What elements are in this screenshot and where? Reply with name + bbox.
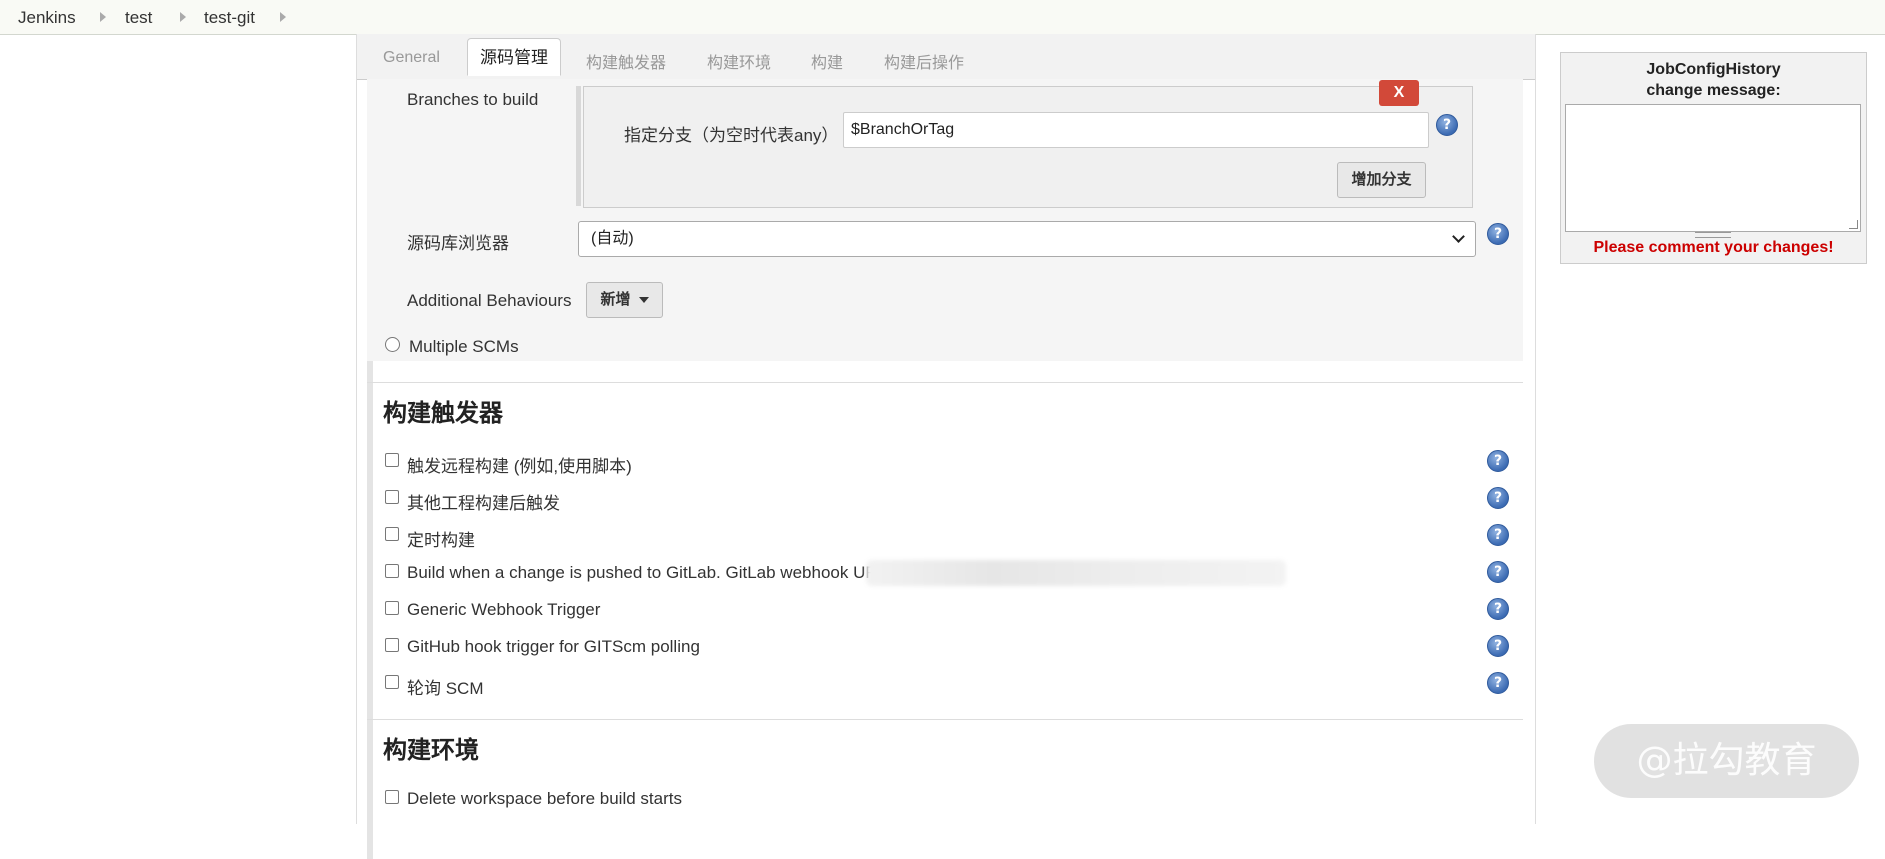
breadcrumb-test[interactable]: test <box>125 8 152 28</box>
build-environment-title: 构建环境 <box>383 737 479 764</box>
trigger-github-hook-label: GitHub hook trigger for GITScm polling <box>407 637 700 656</box>
job-config-history-panel: JobConfigHistory change message: Please … <box>1560 52 1867 264</box>
delete-branch-button[interactable]: X <box>1379 80 1419 106</box>
trigger-remote-label: 触发远程构建 (例如,使用脚本) <box>407 457 632 476</box>
repo-browser-value: (自动) <box>591 230 634 247</box>
help-icon[interactable]: ? <box>1436 114 1458 136</box>
help-icon[interactable]: ? <box>1487 450 1509 472</box>
trigger-poll-scm-label: 轮询 SCM <box>407 679 484 698</box>
breadcrumb-test-git[interactable]: test-git <box>204 8 255 28</box>
add-behaviour-button[interactable]: 新增 <box>586 282 663 318</box>
multiple-scms-radio[interactable] <box>385 337 400 352</box>
trigger-poll-scm-checkbox[interactable] <box>385 675 399 689</box>
breadcrumb-separator-icon <box>100 12 106 22</box>
caret-down-icon <box>638 297 649 304</box>
history-warning: Please comment your changes! <box>1593 239 1834 256</box>
breadcrumb-separator-icon <box>180 12 186 22</box>
build-triggers-title: 构建触发器 <box>383 400 503 427</box>
delete-workspace-label: Delete workspace before build starts <box>407 789 682 808</box>
add-branch-button[interactable]: 增加分支 <box>1337 162 1426 198</box>
trigger-periodic-label: 定时构建 <box>407 531 475 550</box>
trigger-after-other-label: 其他工程构建后触发 <box>407 494 560 513</box>
watermark-logo: @拉勾教育 <box>1594 724 1859 798</box>
help-icon[interactable]: ? <box>1487 635 1509 657</box>
breadcrumb-separator-icon <box>280 12 286 22</box>
config-panel: General 源码管理 构建触发器 构建环境 构建 构建后操作 Branche… <box>356 34 1536 859</box>
help-icon[interactable]: ? <box>1487 561 1509 583</box>
resize-grip-icon[interactable] <box>1849 220 1858 229</box>
multiple-scms-label: Multiple SCMs <box>409 337 519 356</box>
tab-source-code[interactable]: 源码管理 <box>467 38 561 76</box>
trigger-periodic-checkbox[interactable] <box>385 527 399 541</box>
tab-build-environment[interactable]: 构建环境 <box>707 49 771 73</box>
chevron-down-icon <box>1452 230 1465 243</box>
additional-behaviours-label: Additional Behaviours <box>407 291 572 310</box>
tab-general[interactable]: General <box>383 49 440 67</box>
history-title: JobConfigHistory change message: <box>1561 59 1866 101</box>
trigger-gitlab-checkbox[interactable] <box>385 564 399 578</box>
trigger-gitlab-label: Build when a change is pushed to GitLab.… <box>407 563 888 582</box>
help-icon[interactable]: ? <box>1487 672 1509 694</box>
branches-label: Branches to build <box>407 90 539 109</box>
breadcrumb-jenkins[interactable]: Jenkins <box>18 8 76 28</box>
trigger-after-other-checkbox[interactable] <box>385 490 399 504</box>
section-divider <box>367 382 1523 383</box>
branch-specifier-input[interactable]: $BranchOrTag <box>843 112 1429 148</box>
help-icon[interactable]: ? <box>1487 223 1509 245</box>
change-message-textarea[interactable] <box>1565 104 1861 232</box>
breadcrumb: Jenkins test test-git <box>0 0 1885 35</box>
trigger-generic-webhook-label: Generic Webhook Trigger <box>407 600 601 619</box>
history-title-line1: JobConfigHistory <box>1646 61 1781 78</box>
branch-specifier-label: 指定分支（为空时代表any） <box>624 126 839 145</box>
tab-build[interactable]: 构建 <box>811 49 843 73</box>
trigger-remote-checkbox[interactable] <box>385 453 399 467</box>
delete-workspace-checkbox[interactable] <box>385 790 399 804</box>
config-tab-bar: General 源码管理 构建触发器 构建环境 构建 构建后操作 <box>357 34 1535 80</box>
repo-browser-label: 源码库浏览器 <box>407 234 509 253</box>
history-title-line2: change message: <box>1646 82 1781 99</box>
add-behaviour-label: 新增 <box>600 291 631 308</box>
tab-build-triggers[interactable]: 构建触发器 <box>586 49 666 73</box>
textarea-drag-handle[interactable] <box>1695 232 1731 238</box>
repo-browser-select[interactable]: (自动) <box>578 221 1476 257</box>
help-icon[interactable]: ? <box>1487 598 1509 620</box>
help-icon[interactable]: ? <box>1487 487 1509 509</box>
section-divider <box>367 719 1523 720</box>
trigger-github-hook-checkbox[interactable] <box>385 638 399 652</box>
branch-rail <box>576 86 581 206</box>
redacted-webhook-url <box>866 560 1286 586</box>
trigger-generic-webhook-checkbox[interactable] <box>385 601 399 615</box>
tab-post-build[interactable]: 构建后操作 <box>884 49 964 73</box>
help-icon[interactable]: ? <box>1487 524 1509 546</box>
